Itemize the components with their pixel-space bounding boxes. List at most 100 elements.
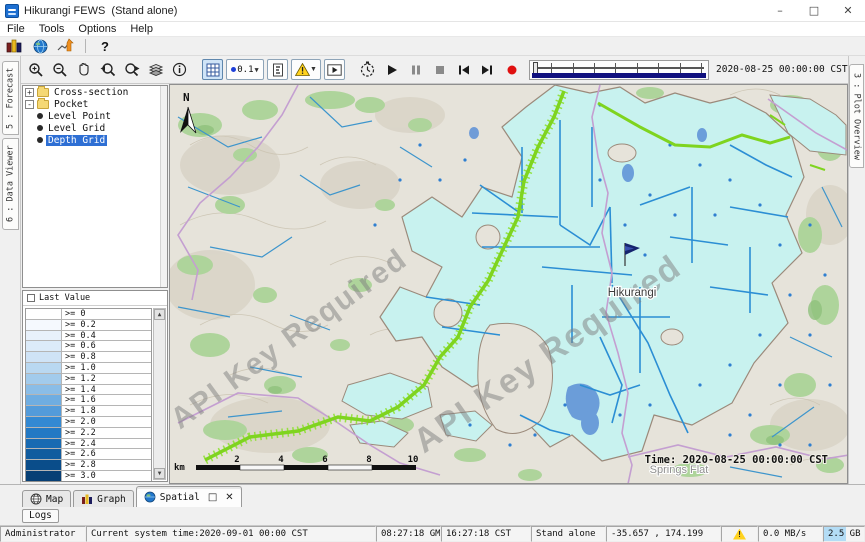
bullet-icon bbox=[37, 137, 43, 143]
zoom-previous-icon[interactable] bbox=[97, 59, 118, 80]
open-display-button[interactable] bbox=[324, 59, 345, 80]
legend-title: Last Value bbox=[39, 293, 90, 303]
layers-icon[interactable] bbox=[145, 59, 166, 80]
scroll-up-icon[interactable]: ▲ bbox=[154, 309, 165, 320]
tree-node-level-grid[interactable]: Level Grid bbox=[35, 122, 167, 134]
tab-spatial[interactable]: Spatial □ ✕ bbox=[136, 486, 242, 507]
legend-label: >= 2.4 bbox=[62, 439, 151, 449]
legend-row[interactable]: >= 0.2 bbox=[26, 320, 151, 331]
legend-row[interactable]: >= 0 bbox=[26, 309, 151, 320]
help-button[interactable]: ? bbox=[95, 38, 115, 55]
legend-row[interactable]: >= 1.0 bbox=[26, 363, 151, 374]
legend-row[interactable]: >= 0.8 bbox=[26, 352, 151, 363]
pan-icon[interactable] bbox=[73, 59, 94, 80]
window-title: Hikurangi FEWS (Stand alone) bbox=[24, 5, 177, 17]
pause-button[interactable] bbox=[405, 59, 426, 80]
animation-settings-icon[interactable] bbox=[357, 59, 378, 80]
zoom-next-icon[interactable] bbox=[121, 59, 142, 80]
legend-row[interactable]: >= 1.8 bbox=[26, 406, 151, 417]
tab-plot-overview[interactable]: 3 : Plot Overview bbox=[849, 64, 864, 168]
expander-icon[interactable]: + bbox=[25, 88, 34, 97]
info-icon[interactable] bbox=[169, 59, 190, 80]
status-warning[interactable] bbox=[721, 526, 758, 542]
legend-swatch bbox=[26, 471, 62, 481]
legend-row[interactable]: >= 2.0 bbox=[26, 417, 151, 428]
tab-maximize-icon[interactable]: □ bbox=[208, 492, 217, 503]
legend-row[interactable]: >= 2.6 bbox=[26, 449, 151, 460]
tab-data-viewer[interactable]: 6 : Data Viewer bbox=[2, 138, 19, 230]
status-gmt-time: 08:27:18 GMT bbox=[376, 526, 441, 542]
tree-scrollbar[interactable] bbox=[160, 86, 167, 287]
town-label: Hikurangi bbox=[608, 287, 657, 299]
logs-button[interactable]: Logs bbox=[22, 509, 59, 523]
menu-options[interactable]: Options bbox=[71, 22, 123, 36]
legend-row[interactable]: >= 2.4 bbox=[26, 439, 151, 450]
database-icon[interactable] bbox=[4, 38, 24, 55]
globe-icon[interactable] bbox=[30, 38, 50, 55]
legend-swatch bbox=[26, 385, 62, 395]
tab-label: Spatial bbox=[160, 492, 200, 503]
tab-close-icon[interactable]: ✕ bbox=[225, 492, 233, 503]
legend-swatch bbox=[26, 460, 62, 470]
tab-graph[interactable]: Graph bbox=[73, 490, 134, 507]
zoom-out-icon[interactable] bbox=[49, 59, 70, 80]
warning-dropdown[interactable]: ▼ bbox=[291, 59, 321, 80]
menu-bar: File Tools Options Help bbox=[0, 22, 865, 37]
menu-tools[interactable]: Tools bbox=[32, 22, 72, 36]
app-window: Hikurangi FEWS (Stand alone) – □ ✕ File … bbox=[0, 0, 865, 542]
status-network-speed: 0.0 MB/s bbox=[758, 526, 823, 542]
svg-text:N: N bbox=[183, 91, 190, 104]
legend-row[interactable]: >= 1.4 bbox=[26, 385, 151, 396]
status-system-time: Current system time:2020-09-01 00:00 CST bbox=[86, 526, 376, 542]
maximize-button[interactable]: □ bbox=[797, 0, 831, 21]
legend-label: >= 0 bbox=[62, 309, 151, 319]
close-button[interactable]: ✕ bbox=[831, 0, 865, 21]
chevron-down-icon: ▼ bbox=[255, 66, 259, 74]
status-bar: Administrator Current system time:2020-0… bbox=[0, 525, 865, 542]
tree-node-level-point[interactable]: Level Point bbox=[35, 110, 167, 122]
status-user: Administrator bbox=[0, 526, 86, 542]
expander-icon[interactable]: - bbox=[25, 100, 34, 109]
scroll-down-icon[interactable]: ▼ bbox=[154, 468, 165, 479]
minimize-button[interactable]: – bbox=[763, 0, 797, 21]
legend-row[interactable]: >= 2.2 bbox=[26, 428, 151, 439]
zoom-in-icon[interactable] bbox=[25, 59, 46, 80]
last-value-checkbox[interactable] bbox=[27, 294, 35, 302]
legend-label: >= 3.0 bbox=[62, 471, 151, 481]
legend-label: >= 1.6 bbox=[62, 395, 151, 405]
legend-row[interactable]: >= 0.4 bbox=[26, 331, 151, 342]
tab-forecast[interactable]: 5 : Forecast bbox=[2, 61, 19, 135]
map-canvas[interactable]: API Key Required API Key Required Hikura… bbox=[169, 84, 848, 484]
point-size-dropdown[interactable]: 0.1 ▼ bbox=[226, 59, 264, 80]
legend-label: >= 2.8 bbox=[62, 460, 151, 470]
tab-map[interactable]: Map bbox=[22, 490, 71, 507]
bullet-icon bbox=[37, 113, 43, 119]
tree-node-label-selected: Depth Grid bbox=[46, 135, 107, 146]
menu-file[interactable]: File bbox=[0, 22, 32, 36]
legend-header: Last Value bbox=[23, 291, 167, 306]
skip-end-button[interactable] bbox=[477, 59, 498, 80]
tree-node-pocket[interactable]: - Pocket bbox=[23, 98, 167, 110]
legend-row[interactable]: >= 2.8 bbox=[26, 460, 151, 471]
skip-start-button[interactable] bbox=[453, 59, 474, 80]
legend-row[interactable]: >= 0.6 bbox=[26, 341, 151, 352]
folder-icon bbox=[37, 100, 49, 109]
timeline-range-bar bbox=[532, 73, 706, 78]
timeline-slider[interactable] bbox=[529, 60, 709, 80]
legend-row[interactable]: >= 1.2 bbox=[26, 374, 151, 385]
label-button[interactable] bbox=[267, 59, 288, 80]
legend-list: >= 0 >= 0.2 >= 0.4 >= 0.6 bbox=[25, 308, 152, 481]
legend-row[interactable]: >= 3.0 bbox=[26, 471, 151, 481]
stop-button[interactable] bbox=[429, 59, 450, 80]
graph-icon[interactable] bbox=[56, 38, 76, 55]
tree-node-depth-grid[interactable]: Depth Grid bbox=[35, 134, 167, 146]
legend-swatch bbox=[26, 320, 62, 330]
record-button[interactable] bbox=[501, 59, 522, 80]
menu-help[interactable]: Help bbox=[123, 22, 160, 36]
tree-node-cross-section[interactable]: + Cross-section bbox=[23, 86, 167, 98]
grid-button[interactable] bbox=[202, 59, 223, 80]
play-button[interactable] bbox=[381, 59, 402, 80]
legend-scrollbar[interactable]: ▲ ▼ bbox=[153, 308, 166, 480]
legend-row[interactable]: >= 1.6 bbox=[26, 395, 151, 406]
globe-icon bbox=[144, 491, 156, 503]
